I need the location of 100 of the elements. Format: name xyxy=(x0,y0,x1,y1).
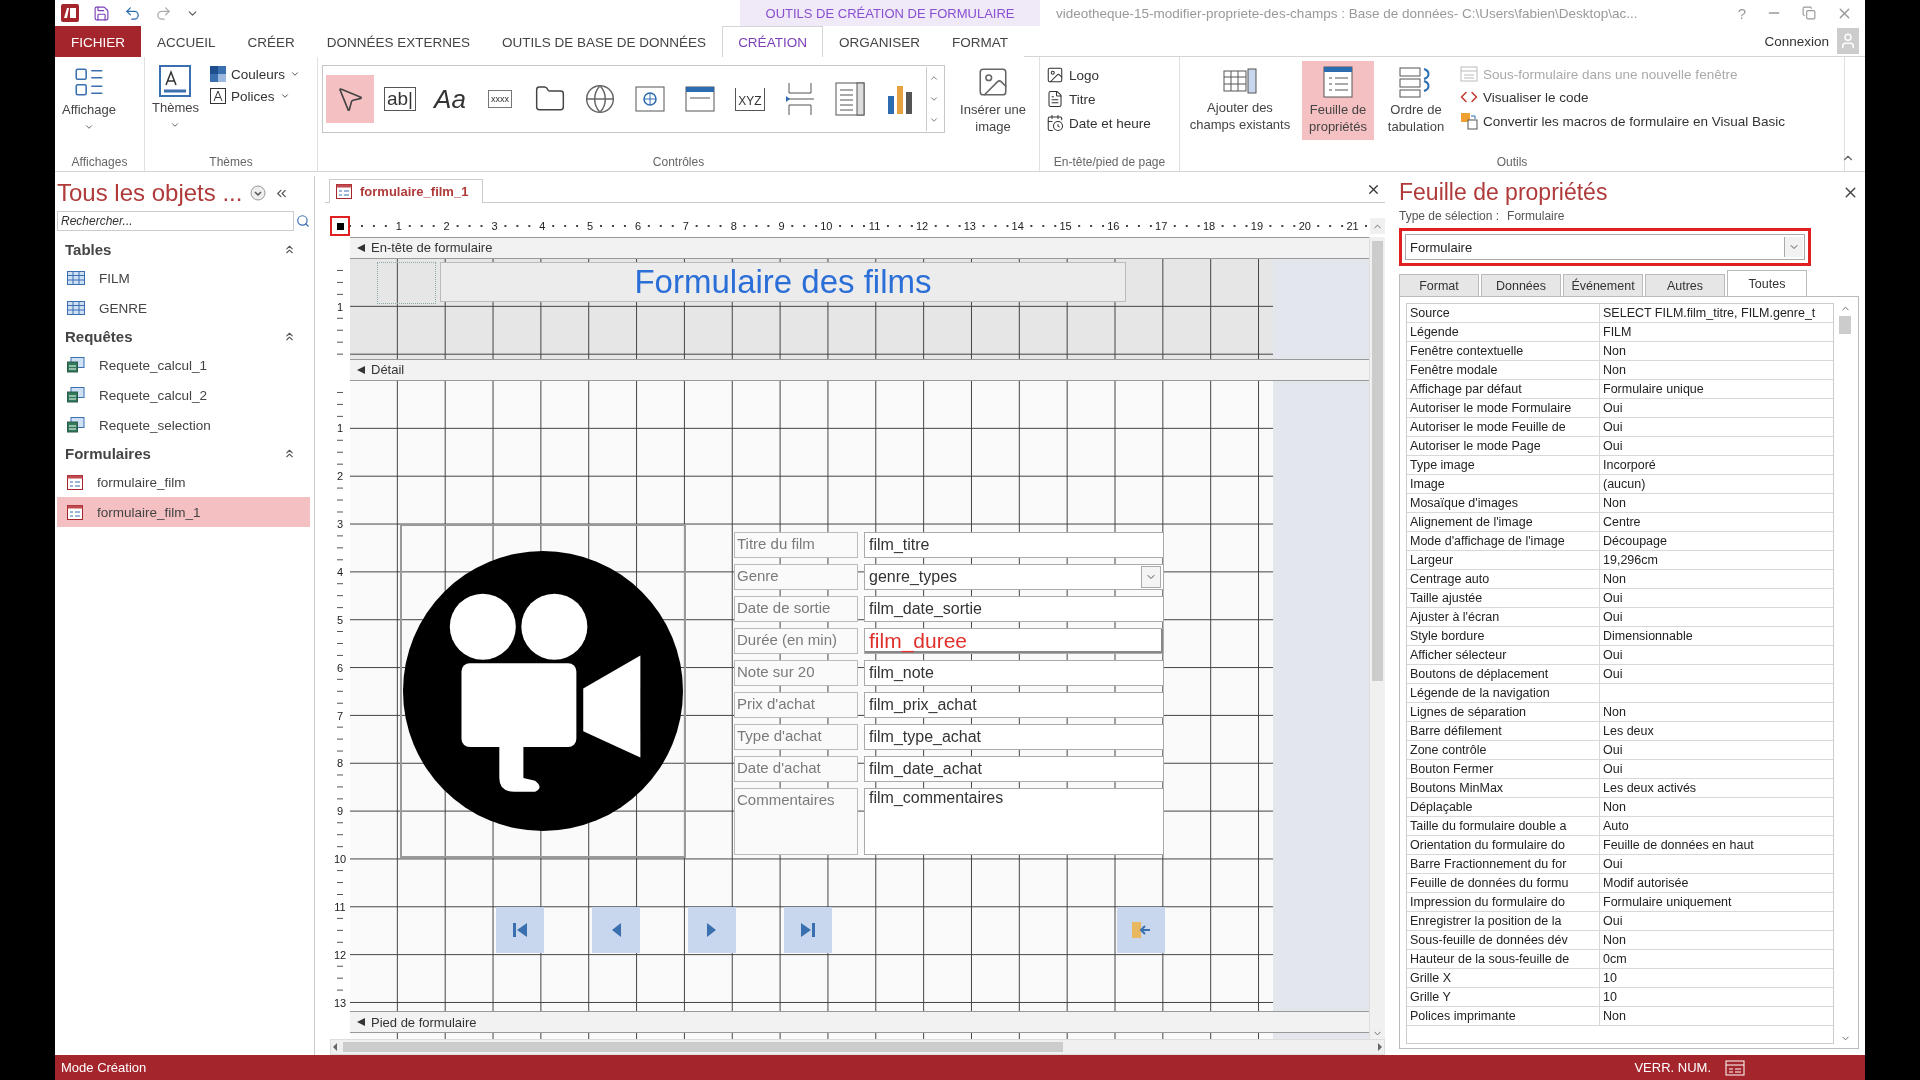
field-label[interactable]: Durée (en min) xyxy=(734,627,858,654)
combo-box[interactable]: genre_types xyxy=(864,563,1164,590)
field-label[interactable]: Genre xyxy=(734,563,858,590)
text-box[interactable]: film_prix_achat xyxy=(864,691,1164,718)
property-value[interactable]: Les deux xyxy=(1600,722,1833,740)
redo-icon[interactable] xyxy=(155,4,172,22)
colors-button[interactable]: Couleurs xyxy=(207,65,302,83)
scroll-right-icon[interactable] xyxy=(1376,1042,1384,1052)
property-value[interactable]: Auto xyxy=(1600,817,1833,835)
dropdown-circle-icon[interactable] xyxy=(250,185,267,201)
scroll-down-icon[interactable] xyxy=(929,94,939,104)
collapse-group-icon[interactable] xyxy=(283,243,296,256)
control-tool-button[interactable]: XYZ xyxy=(726,75,774,123)
text-box[interactable]: film_type_achat xyxy=(864,723,1164,750)
form-selector[interactable] xyxy=(330,216,350,236)
close-form-button[interactable] xyxy=(1117,906,1165,953)
field-label[interactable]: Commentaires xyxy=(734,787,858,855)
form-view-icon[interactable] xyxy=(1725,1059,1745,1076)
document-tab[interactable]: formulaire_film_1 xyxy=(329,179,484,203)
themes-button[interactable]: Thèmes xyxy=(149,61,202,134)
restore-icon[interactable] xyxy=(1802,6,1816,20)
property-value[interactable]: Incorporé xyxy=(1600,456,1833,474)
property-tab[interactable]: Format xyxy=(1399,274,1479,296)
text-box[interactable]: film_commentaires xyxy=(864,787,1164,855)
property-value[interactable]: Non xyxy=(1600,1007,1833,1025)
property-value[interactable]: Formulaire unique xyxy=(1600,380,1833,398)
property-tab[interactable]: Événement xyxy=(1563,274,1643,296)
form-title-label[interactable]: Formulaire des films xyxy=(440,261,1126,302)
scroll-thumb[interactable] xyxy=(1372,241,1383,681)
search-field[interactable]: Rechercher... xyxy=(57,211,294,231)
vertical-scrollbar[interactable] xyxy=(1369,237,1385,1039)
collapse-group-icon[interactable] xyxy=(283,330,296,343)
search-icon[interactable] xyxy=(296,214,310,228)
property-tab[interactable]: Données xyxy=(1481,274,1561,296)
collapse-group-icon[interactable] xyxy=(283,447,296,460)
property-value[interactable]: Oui xyxy=(1600,855,1833,873)
property-value[interactable]: 0cm xyxy=(1600,950,1833,968)
tool-button[interactable]: Feuille de propriétés xyxy=(1302,61,1374,140)
text-box[interactable]: film_note xyxy=(864,659,1164,686)
text-box[interactable]: film_date_sortie xyxy=(864,595,1164,622)
nav-group-title[interactable]: Tables xyxy=(65,241,112,258)
section-bar[interactable]: Détail xyxy=(350,358,1369,381)
property-value[interactable]: Oui xyxy=(1600,646,1833,664)
property-value[interactable]: 10 xyxy=(1600,988,1833,1006)
section-bar[interactable]: Pied de formulaire xyxy=(350,1011,1369,1033)
property-value[interactable]: Oui xyxy=(1600,760,1833,778)
nav-group-title[interactable]: Requêtes xyxy=(65,328,133,345)
nav-pane-title[interactable]: Tous les objets ... xyxy=(57,179,243,207)
field-label[interactable]: Date d'achat xyxy=(734,755,858,782)
nav-item[interactable]: Requete_calcul_1 xyxy=(57,350,310,380)
record-nav-button[interactable] xyxy=(784,906,832,953)
scroll-left-icon[interactable] xyxy=(331,1042,339,1052)
property-value[interactable]: Les deux activés xyxy=(1600,779,1833,797)
insert-image-button[interactable]: Insérer une image xyxy=(951,61,1035,140)
control-tool-button[interactable]: xxxx xyxy=(476,75,524,123)
property-value[interactable]: Oui xyxy=(1600,741,1833,759)
property-value[interactable]: Oui xyxy=(1600,665,1833,683)
text-box[interactable]: film_titre xyxy=(864,531,1164,558)
property-value[interactable]: Oui xyxy=(1600,437,1833,455)
property-value[interactable]: (aucun) xyxy=(1600,475,1833,493)
nav-item[interactable]: FILM xyxy=(57,263,310,293)
property-value[interactable]: Non xyxy=(1600,798,1833,816)
image-control[interactable] xyxy=(400,523,686,858)
property-value[interactable]: Non xyxy=(1600,494,1833,512)
property-value[interactable]: Oui xyxy=(1600,589,1833,607)
nav-item[interactable]: Requete_selection xyxy=(57,410,310,440)
nav-item[interactable]: Requete_calcul_2 xyxy=(57,380,310,410)
object-dropdown[interactable]: Formulaire xyxy=(1405,234,1805,260)
property-tab[interactable]: Toutes xyxy=(1727,270,1807,296)
scroll-thumb[interactable] xyxy=(343,1042,1063,1052)
sign-in-link[interactable]: Connexion xyxy=(1764,33,1837,49)
control-tool-button[interactable] xyxy=(326,75,374,123)
property-value[interactable]: Non xyxy=(1600,361,1833,379)
section-bar[interactable]: En-tête de formulaire xyxy=(350,237,1369,259)
field-label[interactable]: Date de sortie xyxy=(734,595,858,622)
tool-button[interactable]: Convertir les macros de formulaire en Visual Basic xyxy=(1458,111,1788,131)
scroll-thumb[interactable] xyxy=(1839,316,1851,334)
nav-group-title[interactable]: Formulaires xyxy=(65,445,151,462)
view-button[interactable]: Affichage xyxy=(59,61,119,136)
property-value[interactable]: Non xyxy=(1600,931,1833,949)
tool-button[interactable]: Ajouter des champs existants xyxy=(1184,61,1296,138)
property-value[interactable]: FILM xyxy=(1600,323,1833,341)
field-label[interactable]: Note sur 20 xyxy=(734,659,858,686)
undo-icon[interactable] xyxy=(124,4,141,22)
text-box[interactable]: film_date_achat xyxy=(864,755,1164,782)
control-tool-button[interactable]: Aa xyxy=(426,75,474,123)
property-tab[interactable]: Autres xyxy=(1645,274,1725,296)
nav-item[interactable]: formulaire_film_1 xyxy=(57,497,310,527)
field-label[interactable]: Prix d'achat xyxy=(734,691,858,718)
record-nav-button[interactable] xyxy=(496,906,544,953)
property-value[interactable]: SELECT FILM.film_titre, FILM.genre_t xyxy=(1600,304,1833,322)
property-value[interactable]: Oui xyxy=(1600,418,1833,436)
ribbon-tab[interactable]: CRÉATION xyxy=(722,26,823,57)
property-value[interactable]: Formulaire uniquement xyxy=(1600,893,1833,911)
property-value[interactable]: Découpage xyxy=(1600,532,1833,550)
tool-button[interactable]: Visualiser le code xyxy=(1458,87,1788,107)
tool-button[interactable]: Ordre de tabulation xyxy=(1380,61,1452,140)
property-value[interactable]: Centre xyxy=(1600,513,1833,531)
property-value[interactable]: Non xyxy=(1600,570,1833,588)
property-value[interactable]: 10 xyxy=(1600,969,1833,987)
